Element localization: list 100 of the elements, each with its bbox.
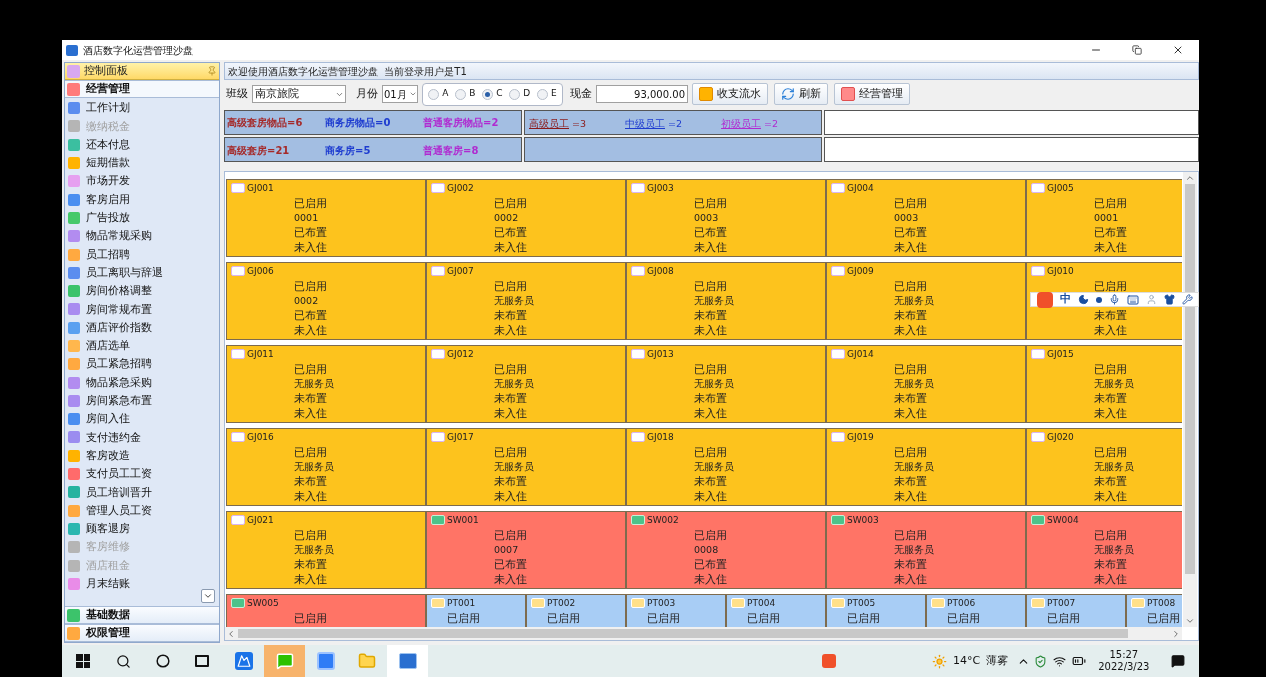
sidebar-item[interactable]: 酒店选单 <box>65 336 219 356</box>
room-card[interactable]: GJ006 已启用 0002 已布置 未入住 <box>226 262 426 340</box>
sidebar-item[interactable]: 物品常规采购 <box>65 227 219 246</box>
sidebar-item[interactable]: 管理人员工资 <box>65 501 219 520</box>
close-icon[interactable] <box>1172 44 1184 56</box>
room-card[interactable]: PT005 已启用 <box>826 594 926 627</box>
room-card[interactable]: GJ019 已启用 无服务员 未布置 未入住 <box>826 428 1026 506</box>
scroll-down-icon[interactable] <box>1185 616 1195 626</box>
punctuation-icon[interactable] <box>1095 296 1102 303</box>
notification-icon[interactable] <box>1171 654 1186 668</box>
radio-option[interactable]: D <box>509 87 531 101</box>
room-card[interactable]: GJ018 已启用 无服务员 未布置 未入住 <box>626 428 826 506</box>
weather-text[interactable]: 薄雾 <box>986 652 1009 670</box>
room-card[interactable]: GJ011 已启用 无服务员 未布置 未入住 <box>226 345 426 423</box>
sidebar-item[interactable]: 客房改造 <box>65 446 219 465</box>
room-card[interactable]: GJ005 已启用 0001 已布置 未入住 <box>1026 179 1182 257</box>
room-card[interactable]: GJ007 已启用 无服务员 未布置 未入住 <box>426 262 626 340</box>
room-card[interactable]: GJ015 已启用 无服务员 未布置 未入住 <box>1026 345 1182 423</box>
room-card[interactable]: GJ002 已启用 0002 已布置 未入住 <box>426 179 626 257</box>
keyboard-icon[interactable] <box>1126 293 1139 306</box>
network-icon[interactable] <box>1053 654 1067 668</box>
battery-icon[interactable] <box>1072 654 1087 668</box>
section-header[interactable]: 基础数据 <box>65 606 219 624</box>
sidebar-item[interactable]: 顾客退房 <box>65 519 219 539</box>
pin-icon[interactable] <box>207 66 217 76</box>
sidebar-item[interactable]: 员工紧急招聘 <box>65 355 219 374</box>
shield-icon[interactable] <box>1034 654 1048 668</box>
scrollbar-thumb[interactable] <box>1185 184 1195 574</box>
sidebar-item[interactable]: 房间价格调整 <box>65 281 219 301</box>
scroll-right-icon[interactable] <box>1171 628 1181 639</box>
room-card[interactable]: PT006 已启用 <box>926 594 1026 627</box>
moon-icon[interactable] <box>1077 294 1089 305</box>
clock[interactable]: 15:27 2022/3/23 <box>1098 649 1150 673</box>
room-card[interactable]: PT002 已启用 <box>526 594 626 627</box>
sidebar-item[interactable]: 月末结账 <box>65 574 219 593</box>
room-card[interactable]: GJ009 已启用 无服务员 未布置 未入住 <box>826 262 1026 340</box>
room-card[interactable]: PT007 已启用 <box>1026 594 1126 627</box>
section-header[interactable]: 经营管理 <box>65 80 219 98</box>
scroll-left-icon[interactable] <box>226 628 236 639</box>
task-view-icon[interactable] <box>195 655 209 667</box>
sidebar-item[interactable]: 酒店评价指数 <box>65 318 219 337</box>
cash-field[interactable]: 93,000.00 <box>596 85 688 103</box>
room-card[interactable]: SW005 已启用 <box>226 594 426 627</box>
room-card[interactable]: GJ017 已启用 无服务员 未布置 未入住 <box>426 428 626 506</box>
horizontal-scrollbar[interactable] <box>225 627 1182 640</box>
wrench-icon[interactable] <box>1181 294 1193 305</box>
weather-icon[interactable] <box>932 653 947 669</box>
scroll-up-icon[interactable] <box>1185 173 1195 183</box>
radio-option[interactable]: B <box>455 87 476 101</box>
ime-mode[interactable]: 中 <box>1059 291 1071 308</box>
scrollbar-thumb[interactable] <box>238 629 1128 638</box>
room-card[interactable]: GJ008 已启用 无服务员 未布置 未入住 <box>626 262 826 340</box>
radio-option[interactable]: E <box>536 87 557 101</box>
scroll-down-button[interactable] <box>201 589 215 603</box>
sidebar-item[interactable]: 员工离职与辞退 <box>65 263 219 282</box>
radio-option[interactable]: A <box>428 87 449 101</box>
taskbar-app[interactable] <box>264 645 305 677</box>
sidebar-item[interactable]: 短期借款 <box>65 153 219 173</box>
room-card[interactable]: GJ003 已启用 0003 已布置 未入住 <box>626 179 826 257</box>
room-card[interactable]: GJ012 已启用 无服务员 未布置 未入住 <box>426 345 626 423</box>
toolbar-button[interactable]: 收支流水 <box>692 83 768 105</box>
room-card[interactable]: GJ004 已启用 0003 已布置 未入住 <box>826 179 1026 257</box>
room-card[interactable]: PT004 已启用 <box>726 594 826 627</box>
radio-option[interactable]: C <box>482 87 503 101</box>
toolbar-button[interactable]: 刷新 <box>774 83 828 105</box>
room-card[interactable]: PT003 已启用 <box>626 594 726 627</box>
sidebar-item[interactable]: 支付员工工资 <box>65 464 219 484</box>
room-card[interactable]: GJ016 已启用 无服务员 未布置 未入住 <box>226 428 426 506</box>
room-card[interactable]: SW002 已启用 0008 已布置 未入住 <box>626 511 826 589</box>
circle-icon[interactable] <box>156 654 170 668</box>
sidebar-item[interactable]: 客房启用 <box>65 190 219 209</box>
room-card[interactable]: SW001 已启用 0007 已布置 未入住 <box>426 511 626 589</box>
sidebar-item[interactable]: 支付违约金 <box>65 428 219 447</box>
restore-icon[interactable] <box>1132 45 1142 55</box>
start-button[interactable] <box>76 654 90 668</box>
toolbar-button[interactable]: 经营管理 <box>834 83 910 105</box>
sidebar-item[interactable]: 还本付息 <box>65 135 219 154</box>
search-icon[interactable] <box>116 653 131 669</box>
room-card[interactable]: GJ001 已启用 0001 已布置 未入住 <box>226 179 426 257</box>
sidebar-item[interactable]: 物品紧急采购 <box>65 373 219 392</box>
room-card[interactable]: PT001 已启用 <box>426 594 526 627</box>
microphone-icon[interactable] <box>1108 294 1120 305</box>
room-card[interactable]: GJ020 已启用 无服务员 未布置 未入住 <box>1026 428 1182 506</box>
room-card[interactable]: SW003 已启用 无服务员 未布置 未入住 <box>826 511 1026 589</box>
sidebar-item[interactable]: 员工培训晋升 <box>65 483 219 502</box>
sidebar-item[interactable]: 员工招聘 <box>65 245 219 264</box>
sidebar-item[interactable]: 工作计划 <box>65 99 219 118</box>
month-dropdown[interactable]: 01月 <box>382 85 418 103</box>
section-header[interactable]: 权限管理 <box>65 624 219 642</box>
temperature-text[interactable]: 14°C <box>953 652 981 670</box>
room-card[interactable]: GJ013 已启用 无服务员 未布置 未入住 <box>626 345 826 423</box>
class-dropdown[interactable]: 南京旅院 <box>252 85 346 103</box>
room-card[interactable]: PT008 已启用 <box>1126 594 1182 627</box>
sidebar-item[interactable]: 房间常规布置 <box>65 300 219 319</box>
sidebar-item[interactable]: 房间紧急布置 <box>65 391 219 411</box>
room-card[interactable]: GJ014 已启用 无服务员 未布置 未入住 <box>826 345 1026 423</box>
sidebar-item[interactable]: 房间入住 <box>65 410 219 429</box>
sidebar-item[interactable]: 市场开发 <box>65 172 219 191</box>
shirt-icon[interactable] <box>1163 294 1175 305</box>
room-card[interactable]: SW004 已启用 无服务员 未布置 未入住 <box>1026 511 1182 589</box>
